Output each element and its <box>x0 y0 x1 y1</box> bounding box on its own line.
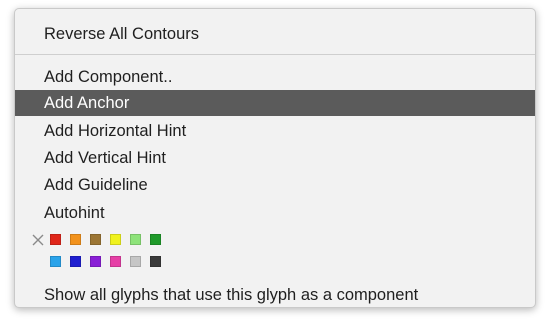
menu-item-add-anchor[interactable]: Add Anchor <box>15 90 535 116</box>
menu-separator <box>15 54 535 55</box>
x-icon[interactable] <box>32 234 44 246</box>
menu-item-add-horizontal-hint[interactable]: Add Horizontal Hint <box>15 118 535 144</box>
color-label-swatch[interactable] <box>90 256 101 267</box>
color-label-swatch[interactable] <box>70 234 81 245</box>
color-label-swatch[interactable] <box>150 234 161 245</box>
color-label-swatch[interactable] <box>110 256 121 267</box>
color-label-swatch[interactable] <box>50 256 61 267</box>
menu-item-add-vertical-hint[interactable]: Add Vertical Hint <box>15 145 535 171</box>
context-menu: Reverse All Contours Add Component.. Add… <box>14 8 536 308</box>
color-label-swatch[interactable] <box>90 234 101 245</box>
menu-item-reverse-all-contours[interactable]: Reverse All Contours <box>15 21 535 47</box>
color-label-swatch[interactable] <box>70 256 81 267</box>
color-label-swatch[interactable] <box>130 256 141 267</box>
menu-item-add-guideline[interactable]: Add Guideline <box>15 172 535 198</box>
color-label-swatch[interactable] <box>150 256 161 267</box>
color-label-swatch[interactable] <box>130 234 141 245</box>
menu-item-autohint[interactable]: Autohint <box>15 200 535 226</box>
menu-item-add-component[interactable]: Add Component.. <box>15 64 535 90</box>
menu-item-show-all-glyphs-using-component[interactable]: Show all glyphs that use this glyph as a… <box>15 282 535 308</box>
color-label-swatch[interactable] <box>110 234 121 245</box>
color-label-swatch[interactable] <box>50 234 61 245</box>
